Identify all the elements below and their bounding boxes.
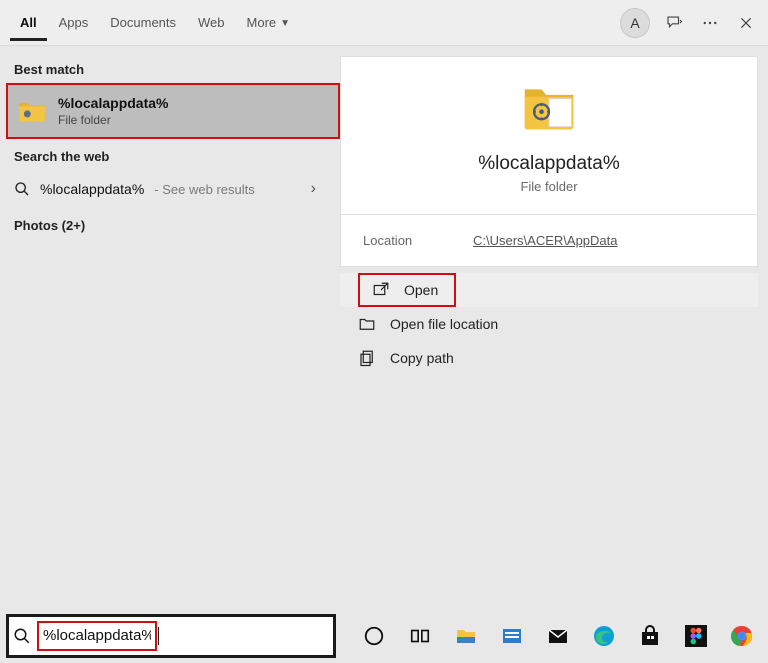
text-cursor xyxy=(158,627,159,645)
tab-more[interactable]: More▼ xyxy=(237,5,301,41)
preview-actions: Open Open file location Copy path xyxy=(340,273,758,375)
cortana-icon[interactable] xyxy=(360,622,388,650)
tab-apps[interactable]: Apps xyxy=(49,5,99,41)
web-result-item[interactable]: %localappdata% - See web results › xyxy=(0,170,340,208)
word-icon[interactable] xyxy=(498,622,526,650)
photos-label[interactable]: Photos (2+) xyxy=(0,208,340,239)
search-input-highlight xyxy=(37,621,157,651)
mail-icon[interactable] xyxy=(544,622,572,650)
taskbar xyxy=(340,608,768,663)
tab-documents[interactable]: Documents xyxy=(100,5,186,41)
more-icon[interactable] xyxy=(698,11,722,35)
preview-subtitle: File folder xyxy=(361,179,737,194)
location-path[interactable]: C:\Users\ACER\AppData xyxy=(473,233,618,248)
chevron-right-icon: › xyxy=(311,180,316,198)
chrome-icon[interactable] xyxy=(728,622,756,650)
chevron-down-icon: ▼ xyxy=(280,18,290,29)
open-highlight: Open xyxy=(358,273,456,307)
tab-more-label: More xyxy=(247,15,277,30)
location-row: Location C:\Users\ACER\AppData xyxy=(341,215,757,266)
action-open-row[interactable]: Open xyxy=(340,273,758,307)
edge-icon[interactable] xyxy=(590,622,618,650)
best-match-item[interactable]: %localappdata% File folder xyxy=(8,85,338,137)
figma-icon[interactable] xyxy=(682,622,710,650)
best-match-title: %localappdata% xyxy=(58,95,168,111)
action-copy-path[interactable]: Copy path xyxy=(340,341,758,375)
web-result-query: %localappdata% xyxy=(40,181,144,197)
action-copy-path-label: Copy path xyxy=(390,350,454,366)
top-right-icons: A xyxy=(620,8,758,38)
best-match-label: Best match xyxy=(0,52,340,83)
close-icon[interactable] xyxy=(734,11,758,35)
store-icon[interactable] xyxy=(636,622,664,650)
search-input[interactable] xyxy=(43,627,151,644)
best-match-text: %localappdata% File folder xyxy=(58,95,168,127)
folder-open-icon xyxy=(358,315,376,333)
feedback-icon[interactable] xyxy=(662,11,686,35)
folder-icon xyxy=(18,99,46,123)
location-label: Location xyxy=(363,233,473,248)
action-open-location-label: Open file location xyxy=(390,316,498,332)
search-icon xyxy=(9,627,35,645)
search-box[interactable] xyxy=(6,614,336,658)
best-match-highlight: %localappdata% File folder xyxy=(6,83,340,139)
top-bar: All Apps Documents Web More▼ A xyxy=(0,0,768,46)
preview-panel: %localappdata% File folder Location C:\U… xyxy=(340,46,768,606)
search-icon xyxy=(14,181,30,197)
best-match-subtitle: File folder xyxy=(58,113,168,127)
folder-large-icon xyxy=(521,82,577,134)
file-explorer-icon[interactable] xyxy=(452,622,480,650)
open-icon xyxy=(372,281,390,299)
search-web-label: Search the web xyxy=(0,139,340,170)
avatar[interactable]: A xyxy=(620,8,650,38)
web-result-hint: - See web results xyxy=(154,182,254,197)
bottom-bar xyxy=(0,608,768,663)
search-tabs: All Apps Documents Web More▼ xyxy=(10,5,300,41)
tab-all[interactable]: All xyxy=(10,5,47,41)
copy-icon xyxy=(358,349,376,367)
action-open-location[interactable]: Open file location xyxy=(340,307,758,341)
tab-web[interactable]: Web xyxy=(188,5,235,41)
action-open-label: Open xyxy=(404,282,438,298)
task-view-icon[interactable] xyxy=(406,622,434,650)
main-area: Best match %localappdata% File folder Se… xyxy=(0,46,768,606)
preview-card: %localappdata% File folder Location C:\U… xyxy=(340,56,758,267)
results-panel: Best match %localappdata% File folder Se… xyxy=(0,46,340,606)
preview-title: %localappdata% xyxy=(361,153,737,175)
searchbox-container xyxy=(0,610,340,662)
